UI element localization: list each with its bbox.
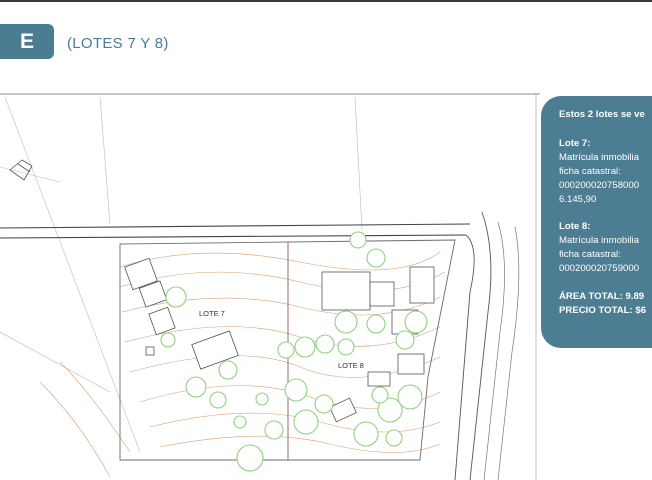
area-total: ÁREA TOTAL: 9.89 [559,291,645,303]
lot8-line3: 000200020759000 [559,263,640,275]
lot7-line3: 000200020758000 [559,179,640,191]
lots-info-card: Estos 2 lotes se ve Lote 7: Matrícula in… [541,96,652,348]
top-rule [0,0,652,2]
lot7-line2: ficha catastral: [559,165,621,177]
lot7-info: Lote 7: Matrícula inmobilia ficha catast… [559,137,652,207]
lot8-label: LOTE 8 [338,361,364,370]
lot8-title: Lote 8: [559,221,591,233]
north-arrow-icon [9,159,33,181]
lot8-line2: ficha catastral: [559,249,621,261]
road [0,211,520,480]
lot8-info: Lote 8: Matrícula inmobilia ficha catast… [559,220,652,276]
lots-subtitle: (LOTES 7 Y 8) [67,35,169,52]
lote-header-tab: E B [0,24,54,59]
site-plan-drawing: LOTE 7 LOTE 8 [0,93,540,480]
lote-header-text: E B [19,30,34,53]
card-intro: Estos 2 lotes se ve [559,109,645,120]
lot7-line1: Matrícula inmobilia [559,151,639,163]
lot7-line4: 6.145,90 [559,193,597,205]
lot7-label: LOTE 7 [199,309,225,318]
precio-total: PRECIO TOTAL: $6 [559,304,647,316]
lot7-title: Lote 7: [559,137,591,149]
lot8-line1: Matrícula inmobilia [559,235,639,247]
